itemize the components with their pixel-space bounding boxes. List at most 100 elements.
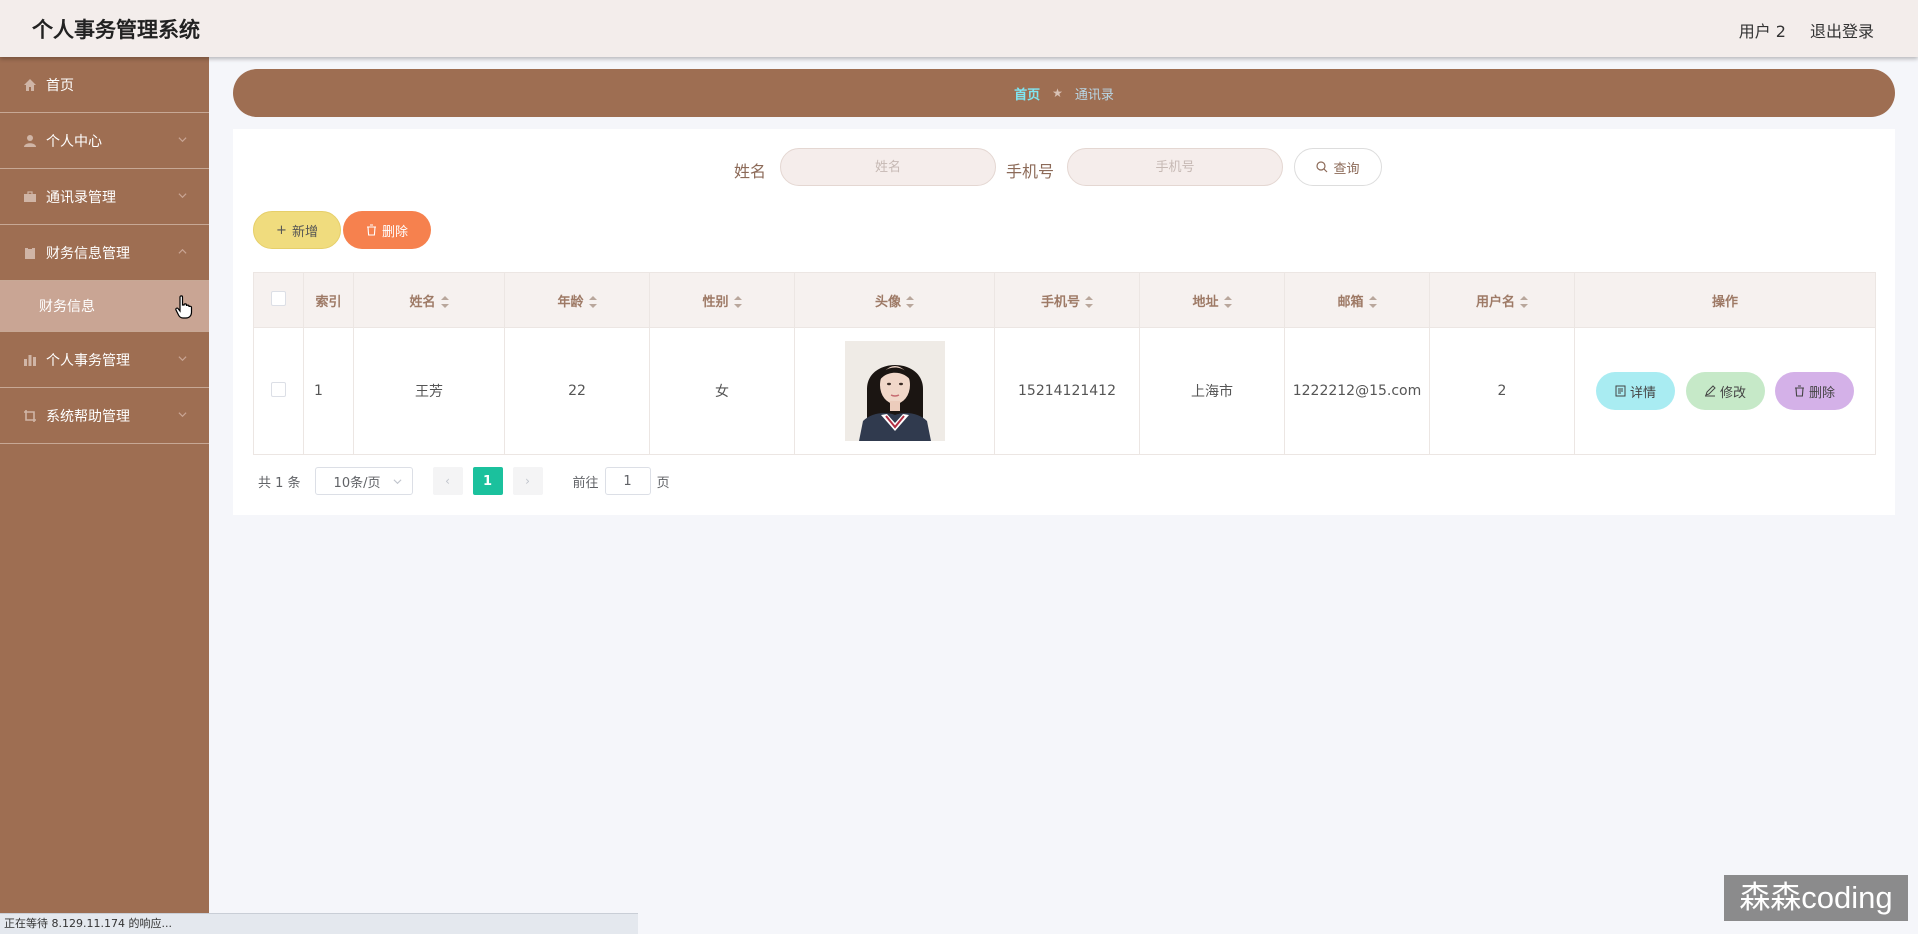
column-header-label: 索引	[315, 294, 342, 310]
column-header-label: 年龄	[557, 294, 584, 310]
avatar-portrait-image	[844, 341, 945, 441]
row-delete-button[interactable]: 删除	[1774, 372, 1854, 410]
column-header-avatar[interactable]: 头像	[794, 272, 995, 328]
clipboard-icon	[22, 245, 38, 261]
column-header-email[interactable]: 邮箱	[1284, 272, 1430, 328]
column-header-index: 索引	[303, 272, 354, 328]
add-button[interactable]: + 新增	[253, 211, 341, 249]
trash-icon	[1794, 385, 1804, 397]
sidebar-item-label: 个人中心	[46, 133, 102, 150]
prev-page-button[interactable]: ‹	[432, 467, 463, 495]
cell-phone: 15214121412	[994, 327, 1140, 455]
sidebar-item-personal-affairs[interactable]: 个人事务管理	[0, 332, 209, 388]
batch-delete-button[interactable]: 删除	[343, 211, 431, 249]
cell-name: 王芳	[353, 327, 505, 455]
query-button-label: 查询	[1333, 161, 1360, 177]
sort-icon[interactable]	[1223, 296, 1232, 308]
logout-link[interactable]: 退出登录	[1810, 18, 1874, 42]
chart-icon	[22, 352, 38, 368]
row-delete-button-label: 删除	[1808, 385, 1835, 401]
breadcrumb-current: 通讯录	[1074, 87, 1114, 103]
row-checkbox[interactable]	[271, 381, 286, 397]
top-header: 个人事务管理系统 用户 2 退出登录	[0, 0, 1918, 57]
pagination: 共 1 条 10条/页 ‹ 1 › 前往 页	[258, 467, 670, 495]
column-header-username[interactable]: 用户名	[1429, 272, 1575, 328]
goto-page-input[interactable]	[604, 467, 651, 495]
column-header-label: 地址	[1192, 294, 1219, 310]
cell-username: 2	[1429, 327, 1575, 455]
chevron-up-icon	[178, 248, 187, 254]
browser-status-bar: 正在等待 8.129.11.174 的响应...	[0, 913, 638, 934]
sidebar-subitem-label: 财务信息	[39, 299, 95, 315]
home-icon	[22, 77, 38, 93]
column-header-actions: 操作	[1574, 272, 1876, 328]
sort-icon[interactable]	[440, 296, 449, 308]
chevron-down-icon	[393, 478, 402, 484]
name-search-input[interactable]	[780, 148, 996, 186]
star-icon: ★	[1052, 86, 1063, 100]
detail-button-label: 详情	[1630, 385, 1657, 401]
column-header-name[interactable]: 姓名	[353, 272, 505, 328]
hand-cursor-icon	[175, 295, 193, 319]
app-title: 个人事务管理系统	[32, 18, 200, 42]
delete-button-label: 删除	[381, 224, 408, 240]
select-all-checkbox[interactable]	[271, 290, 286, 306]
column-header-phone[interactable]: 手机号	[994, 272, 1140, 328]
sidebar-item-system-help[interactable]: 系统帮助管理	[0, 388, 209, 444]
sidebar-item-finance-management[interactable]: 财务信息管理	[0, 225, 209, 281]
cell-avatar	[794, 327, 995, 455]
current-user-label: 用户 2	[1738, 22, 1786, 41]
cell-email: 1222212@15.com	[1284, 327, 1430, 455]
row-select-cell	[253, 327, 304, 455]
cell-actions: 详情 修改 删除	[1574, 327, 1876, 455]
breadcrumb-home-link[interactable]: 首页	[1014, 84, 1040, 103]
cell-gender: 女	[649, 327, 795, 455]
sidebar-item-contacts-management[interactable]: 通讯录管理	[0, 169, 209, 225]
sidebar-item-label: 系统帮助管理	[46, 408, 130, 425]
column-header-label: 用户名	[1475, 294, 1515, 310]
main-panel: 姓名 手机号 查询 + 新增 删除 索引 姓名 年龄	[233, 129, 1895, 515]
page-size-select[interactable]: 10条/页	[314, 467, 413, 495]
sidebar-item-label: 个人事务管理	[46, 352, 130, 369]
sidebar-item-label: 通讯录管理	[46, 189, 116, 206]
column-header-gender[interactable]: 性别	[649, 272, 795, 328]
column-header-age[interactable]: 年龄	[504, 272, 650, 328]
edit-button[interactable]: 修改	[1685, 372, 1765, 410]
sort-icon[interactable]	[1368, 296, 1377, 308]
query-button[interactable]: 查询	[1294, 148, 1382, 186]
total-count: 共 1 条	[258, 475, 301, 491]
page-number-current[interactable]: 1	[472, 467, 503, 495]
sort-icon[interactable]	[1520, 296, 1528, 308]
goto-suffix: 页	[656, 475, 670, 491]
sort-icon[interactable]	[906, 296, 914, 308]
avatar[interactable]	[844, 341, 945, 441]
phone-search-label: 手机号	[1006, 162, 1055, 181]
goto-prefix: 前往	[572, 475, 599, 491]
next-page-button[interactable]: ›	[512, 467, 543, 495]
table-header-row: 索引 姓名 年龄 性别 头像 手机号 地址 邮箱 用户名 操作	[253, 272, 1876, 328]
sort-icon[interactable]	[588, 296, 597, 308]
sidebar: 首页 个人中心 通讯录管理 财务信息管理 财务信息 个人事务管理 系统帮助管理	[0, 57, 209, 934]
sort-icon[interactable]	[733, 296, 742, 308]
column-header-label: 姓名	[409, 294, 436, 310]
column-header-label: 头像	[874, 294, 901, 310]
column-header-label: 操作	[1711, 294, 1738, 310]
sidebar-item-personal-center[interactable]: 个人中心	[0, 113, 209, 169]
breadcrumb: 首页 ★ 通讯录	[233, 69, 1895, 117]
name-search-label: 姓名	[734, 162, 767, 181]
phone-search-input[interactable]	[1067, 148, 1283, 186]
sidebar-item-home[interactable]: 首页	[0, 57, 209, 113]
watermark: 森森coding	[1724, 875, 1908, 921]
sort-icon[interactable]	[1085, 296, 1093, 308]
sidebar-item-label: 财务信息管理	[46, 245, 130, 262]
chevron-left-icon: ‹	[445, 474, 450, 488]
chevron-right-icon: ›	[525, 474, 530, 488]
search-bar: 姓名 手机号 查询	[233, 148, 1895, 188]
crop-icon	[22, 408, 38, 424]
column-header-address[interactable]: 地址	[1139, 272, 1285, 328]
user-icon	[22, 133, 38, 149]
add-button-label: 新增	[291, 224, 318, 240]
pencil-icon	[1704, 385, 1716, 397]
select-all-cell	[253, 272, 304, 328]
detail-button[interactable]: 详情	[1596, 372, 1676, 410]
